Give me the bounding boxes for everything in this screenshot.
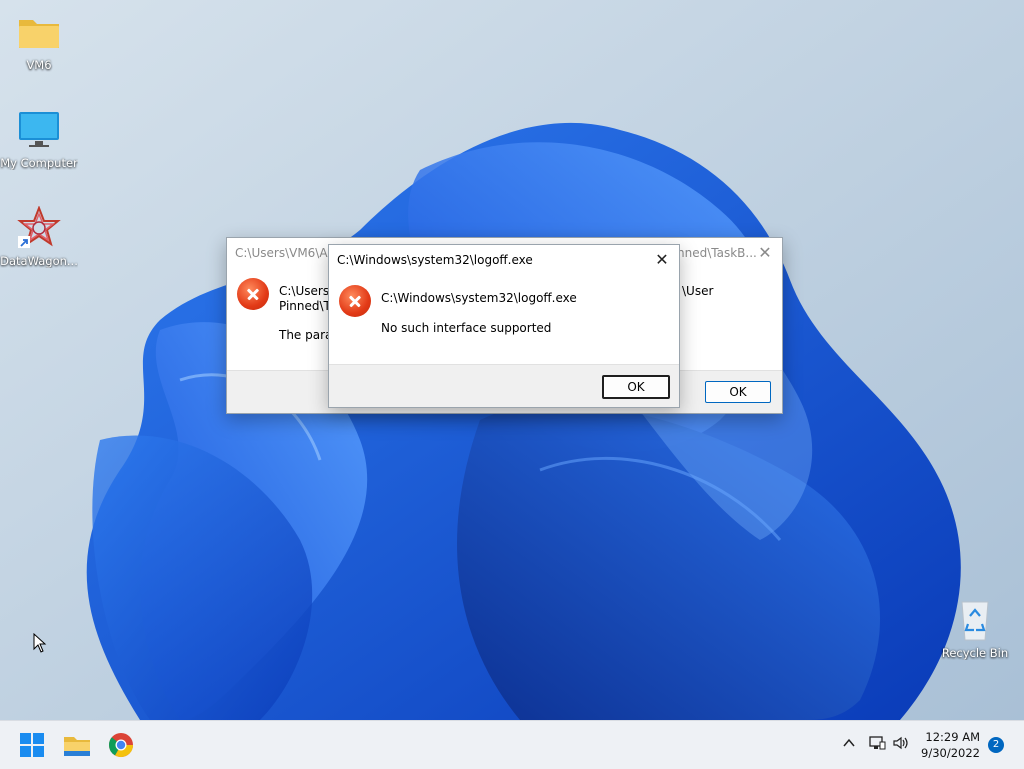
taskbar: 12:29 AM 9/30/2022 2 <box>0 720 1024 769</box>
close-icon[interactable]: ✕ <box>645 245 679 275</box>
desktop-icon-vm6[interactable]: VM6 <box>0 10 78 72</box>
desktop-icon-datawagon[interactable]: DataWagon... <box>0 205 78 268</box>
dialog-footer: OK <box>329 364 679 407</box>
desktop-icon-label: VM6 <box>26 58 52 72</box>
dialog-title: C:\Users\VM6\Ap <box>235 246 336 260</box>
ok-button[interactable]: OK <box>602 375 670 399</box>
dialog-title-bar[interactable]: C:\Windows\system32\logoff.exe ✕ <box>329 245 679 275</box>
file-explorer-icon[interactable] <box>61 729 93 761</box>
message-line-tail: \User <box>682 284 714 298</box>
dialog-message-path: C:\Windows\system32\logoff.exe <box>381 291 577 305</box>
dialog-title: C:\Windows\system32\logoff.exe <box>337 253 533 267</box>
network-icon[interactable] <box>868 735 886 754</box>
system-clock[interactable]: 12:29 AM 9/30/2022 <box>921 729 980 761</box>
clock-time: 12:29 AM <box>925 730 980 744</box>
desktop-icon-label: My Computer <box>0 156 78 170</box>
notification-badge[interactable]: 2 <box>988 737 1004 753</box>
desktop-icon-recycle-bin[interactable]: Recycle Bin <box>936 598 1014 660</box>
volume-icon[interactable] <box>892 735 910 754</box>
clock-date: 9/30/2022 <box>921 746 980 760</box>
desktop-icon-my-computer[interactable]: My Computer <box>0 108 78 170</box>
desktop-icon-label: Recycle Bin <box>941 646 1009 660</box>
dialog-title-tail: nned\TaskB... <box>677 246 757 260</box>
error-dialog[interactable]: C:\Windows\system32\logoff.exe ✕ C:\Wind… <box>328 244 680 408</box>
folder-icon <box>17 10 61 54</box>
recycle-bin-icon <box>953 598 997 642</box>
start-icon[interactable] <box>16 729 48 761</box>
datawagon-shortcut-icon <box>17 205 61 250</box>
close-icon[interactable]: ✕ <box>748 238 782 268</box>
monitor-icon <box>17 108 61 152</box>
mouse-cursor-icon <box>33 633 47 653</box>
desktop-icon-label: DataWagon... <box>0 254 78 268</box>
chrome-icon[interactable] <box>105 729 137 761</box>
chevron-up-icon[interactable] <box>842 735 856 754</box>
error-icon <box>237 278 269 310</box>
dialog-message-text: No such interface supported <box>381 321 552 335</box>
ok-button[interactable]: OK <box>705 381 771 403</box>
error-icon <box>339 285 371 317</box>
